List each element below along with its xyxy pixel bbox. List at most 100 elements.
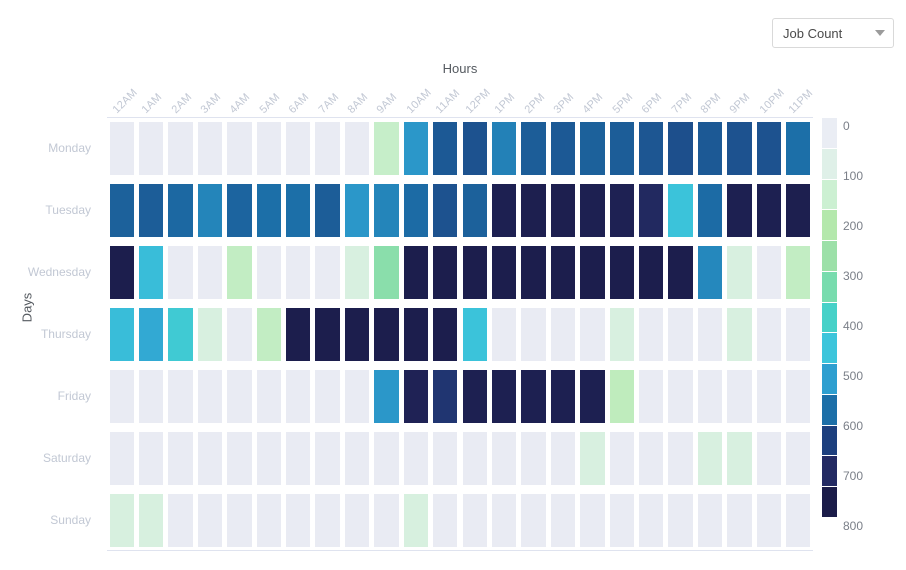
heatmap-cell[interactable] <box>374 370 399 423</box>
heatmap-cell[interactable] <box>286 122 311 175</box>
heatmap-cell[interactable] <box>344 246 370 299</box>
heatmap-cell[interactable] <box>138 122 164 175</box>
heatmap-cell[interactable] <box>227 494 252 547</box>
heatmap-cell[interactable] <box>315 432 340 485</box>
heatmap-cell[interactable] <box>639 370 664 423</box>
heatmap-cell[interactable] <box>138 370 164 423</box>
heatmap-cell[interactable] <box>521 246 546 299</box>
heatmap-cell[interactable] <box>550 246 576 299</box>
heatmap-cell[interactable] <box>786 184 811 237</box>
heatmap-cell[interactable] <box>639 246 664 299</box>
heatmap-cell[interactable] <box>315 246 340 299</box>
heatmap-cell[interactable] <box>550 184 576 237</box>
heatmap-cell[interactable] <box>756 122 782 175</box>
heatmap-cell[interactable] <box>433 184 458 237</box>
heatmap-cell[interactable] <box>286 370 311 423</box>
heatmap-cell[interactable] <box>403 308 429 361</box>
heatmap-cell[interactable] <box>315 494 340 547</box>
heatmap-cell[interactable] <box>168 122 193 175</box>
heatmap-cell[interactable] <box>344 494 370 547</box>
heatmap-cell[interactable] <box>786 122 811 175</box>
heatmap-cell[interactable] <box>786 432 811 485</box>
heatmap-cell[interactable] <box>197 370 223 423</box>
heatmap-cell[interactable] <box>727 122 752 175</box>
heatmap-cell[interactable] <box>697 432 723 485</box>
heatmap-cell[interactable] <box>374 308 399 361</box>
heatmap-cell[interactable] <box>227 370 252 423</box>
heatmap-cell[interactable] <box>256 432 281 485</box>
heatmap-cell[interactable] <box>521 308 546 361</box>
heatmap-cell[interactable] <box>756 246 782 299</box>
heatmap-cell[interactable] <box>697 494 723 547</box>
heatmap-cell[interactable] <box>550 370 576 423</box>
heatmap-cell[interactable] <box>315 184 340 237</box>
heatmap-cell[interactable] <box>491 432 517 485</box>
heatmap-cell[interactable] <box>756 432 782 485</box>
heatmap-cell[interactable] <box>609 308 634 361</box>
heatmap-cell[interactable] <box>668 246 693 299</box>
heatmap-cell[interactable] <box>550 122 576 175</box>
heatmap-cell[interactable] <box>668 370 693 423</box>
heatmap-cell[interactable] <box>403 184 429 237</box>
heatmap-cell[interactable] <box>286 246 311 299</box>
heatmap-cell[interactable] <box>609 122 634 175</box>
heatmap-cell[interactable] <box>286 308 311 361</box>
heatmap-cell[interactable] <box>168 308 193 361</box>
heatmap-cell[interactable] <box>550 494 576 547</box>
heatmap-cell[interactable] <box>491 494 517 547</box>
heatmap-cell[interactable] <box>197 122 223 175</box>
heatmap-cell[interactable] <box>286 184 311 237</box>
heatmap-cell[interactable] <box>668 184 693 237</box>
heatmap-cell[interactable] <box>727 246 752 299</box>
heatmap-cell[interactable] <box>403 122 429 175</box>
heatmap-cell[interactable] <box>197 184 223 237</box>
heatmap-cell[interactable] <box>109 308 134 361</box>
heatmap-cell[interactable] <box>668 494 693 547</box>
heatmap-cell[interactable] <box>168 184 193 237</box>
heatmap-cell[interactable] <box>550 432 576 485</box>
heatmap-cell[interactable] <box>433 494 458 547</box>
heatmap-cell[interactable] <box>374 246 399 299</box>
heatmap-cell[interactable] <box>433 308 458 361</box>
heatmap-cell[interactable] <box>227 122 252 175</box>
heatmap-cell[interactable] <box>786 308 811 361</box>
heatmap-cell[interactable] <box>138 494 164 547</box>
heatmap-cell[interactable] <box>433 370 458 423</box>
heatmap-cell[interactable] <box>403 432 429 485</box>
heatmap-cell[interactable] <box>109 122 134 175</box>
heatmap-cell[interactable] <box>668 432 693 485</box>
heatmap-cell[interactable] <box>786 494 811 547</box>
heatmap-cell[interactable] <box>491 370 517 423</box>
heatmap-cell[interactable] <box>756 184 782 237</box>
heatmap-cell[interactable] <box>197 246 223 299</box>
heatmap-cell[interactable] <box>462 184 487 237</box>
heatmap-cell[interactable] <box>138 308 164 361</box>
heatmap-cell[interactable] <box>256 370 281 423</box>
heatmap-cell[interactable] <box>580 370 605 423</box>
heatmap-cell[interactable] <box>168 494 193 547</box>
heatmap-cell[interactable] <box>433 432 458 485</box>
heatmap-cell[interactable] <box>727 184 752 237</box>
heatmap-cell[interactable] <box>550 308 576 361</box>
heatmap-cell[interactable] <box>433 122 458 175</box>
heatmap-cell[interactable] <box>256 308 281 361</box>
heatmap-cell[interactable] <box>227 246 252 299</box>
heatmap-cell[interactable] <box>168 370 193 423</box>
heatmap-cell[interactable] <box>374 494 399 547</box>
heatmap-cell[interactable] <box>403 246 429 299</box>
heatmap-cell[interactable] <box>286 432 311 485</box>
heatmap-cell[interactable] <box>344 370 370 423</box>
heatmap-cell[interactable] <box>697 370 723 423</box>
heatmap-cell[interactable] <box>727 494 752 547</box>
heatmap-cell[interactable] <box>462 494 487 547</box>
heatmap-cell[interactable] <box>609 370 634 423</box>
heatmap-cell[interactable] <box>727 432 752 485</box>
heatmap-cell[interactable] <box>727 370 752 423</box>
heatmap-cell[interactable] <box>580 184 605 237</box>
heatmap-cell[interactable] <box>609 246 634 299</box>
heatmap-cell[interactable] <box>433 246 458 299</box>
heatmap-cell[interactable] <box>403 370 429 423</box>
heatmap-cell[interactable] <box>668 122 693 175</box>
heatmap-cell[interactable] <box>344 122 370 175</box>
heatmap-cell[interactable] <box>697 122 723 175</box>
